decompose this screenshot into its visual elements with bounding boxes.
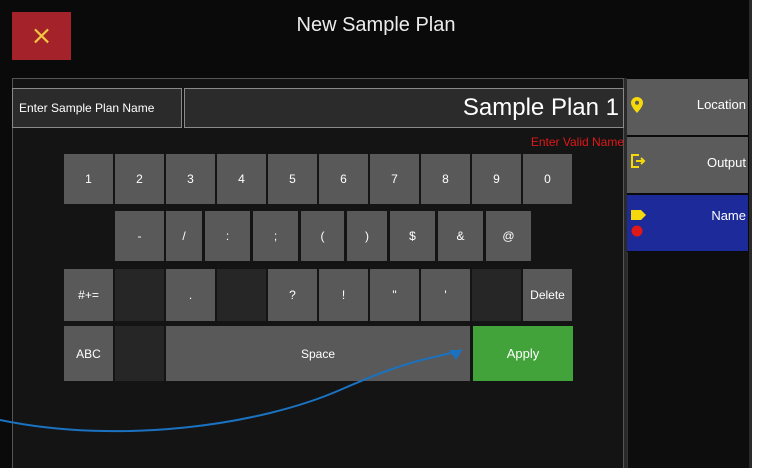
annotation-arrow xyxy=(0,349,463,433)
